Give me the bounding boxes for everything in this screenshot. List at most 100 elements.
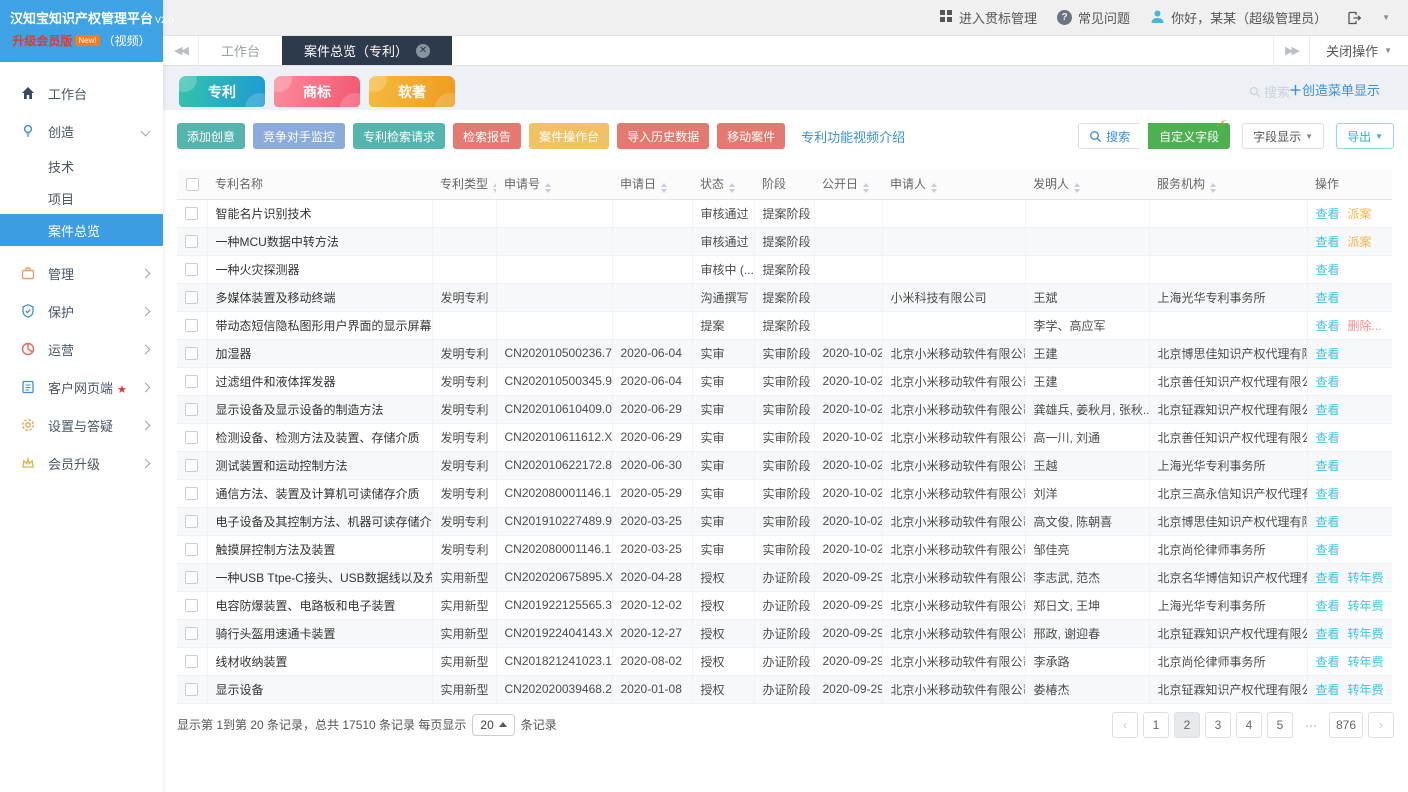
page-button-1[interactable]: 1 [1143, 712, 1169, 738]
view-action-link[interactable]: 查看 [1316, 543, 1340, 557]
next-page-button[interactable]: › [1368, 712, 1394, 738]
sort-icon[interactable] [931, 183, 937, 193]
sidebar-item-member-upgrade[interactable]: 会员升级 [0, 444, 163, 482]
row-checkbox[interactable] [185, 627, 198, 640]
delete-action-link[interactable]: 删除... [1348, 319, 1382, 333]
sidebar-item-management[interactable]: 管理 [0, 254, 163, 292]
annuity-action-link[interactable]: 转年费 [1348, 683, 1384, 697]
row-checkbox[interactable] [185, 655, 198, 668]
row-checkbox[interactable] [185, 487, 198, 500]
page-button-876[interactable]: 876 [1329, 712, 1363, 738]
column-header-9[interactable]: 服务机构 [1149, 169, 1307, 199]
view-action-link[interactable]: 查看 [1316, 263, 1340, 277]
view-action-link[interactable]: 查看 [1316, 683, 1340, 697]
column-header-2[interactable]: 申请号 [496, 169, 612, 199]
sidebar-item-protection[interactable]: 保护 [0, 292, 163, 330]
patent-search-request-button[interactable]: 专利检索请求 [353, 123, 445, 149]
view-action-link[interactable]: 查看 [1316, 291, 1340, 305]
row-checkbox[interactable] [185, 207, 198, 220]
tab-case-overview-patent[interactable]: 案件总览（专利） ✕ [282, 36, 452, 65]
column-header-8[interactable]: 发明人 [1025, 169, 1149, 199]
page-size-select[interactable]: 20 [472, 714, 514, 736]
column-header-7[interactable]: 申请人 [882, 169, 1025, 199]
sidebar-item-technology[interactable]: 技术 [0, 150, 163, 182]
sort-icon[interactable] [729, 183, 735, 193]
view-action-link[interactable]: 查看 [1316, 571, 1340, 585]
add-idea-button[interactable]: 添加创意 [177, 123, 245, 149]
logout-icon[interactable] [1347, 11, 1362, 25]
upgrade-member-link[interactable]: 升级会员版 [12, 34, 72, 48]
column-header-1[interactable]: 专利类型 [432, 169, 496, 199]
scroll-tabs-right-icon[interactable]: ▶▶ [1273, 36, 1309, 65]
row-checkbox[interactable] [185, 403, 198, 416]
row-checkbox[interactable] [185, 263, 198, 276]
view-action-link[interactable]: 查看 [1316, 459, 1340, 473]
sidebar-item-creation[interactable]: 创造 [0, 112, 163, 150]
tab-workbench[interactable]: 工作台 [199, 36, 282, 65]
scroll-tabs-left-icon[interactable]: ◀◀ [163, 36, 199, 65]
sidebar-item-operations[interactable]: 运营 [0, 330, 163, 368]
sort-icon[interactable] [493, 183, 496, 193]
page-button-2[interactable]: 2 [1174, 712, 1200, 738]
row-checkbox[interactable] [185, 319, 198, 332]
row-checkbox[interactable] [185, 347, 198, 360]
page-button-3[interactable]: 3 [1205, 712, 1231, 738]
view-action-link[interactable]: 查看 [1316, 375, 1340, 389]
annuity-action-link[interactable]: 转年费 [1348, 571, 1384, 585]
benchmark-management-link[interactable]: 进入贯标管理 [939, 8, 1037, 27]
competitor-monitor-button[interactable]: 竞争对手监控 [253, 123, 345, 149]
move-case-button[interactable]: 移动案件 [717, 123, 785, 149]
view-action-link[interactable]: 查看 [1316, 319, 1340, 333]
row-checkbox[interactable] [185, 235, 198, 248]
view-action-link[interactable]: 查看 [1316, 515, 1340, 529]
faq-link[interactable]: ? 常见问题 [1057, 8, 1130, 27]
category-tab-patent[interactable]: 专利 [179, 76, 265, 107]
patent-video-intro-link[interactable]: 专利功能视频介绍 [801, 127, 905, 146]
custom-fields-button[interactable]: 自定义字段 ⚡ [1148, 123, 1230, 149]
view-action-link[interactable]: 查看 [1316, 655, 1340, 669]
close-operations-dropdown[interactable]: 关闭操作 ▼ [1309, 36, 1408, 65]
annuity-action-link[interactable]: 转年费 [1348, 627, 1384, 641]
user-account[interactable]: 你好，某某（超级管理员） [1150, 8, 1327, 27]
annuity-action-link[interactable]: 转年费 [1348, 655, 1384, 669]
sidebar-item-client-web[interactable]: 客户网页端★ [0, 368, 163, 406]
sort-icon[interactable] [661, 183, 667, 193]
field-display-dropdown[interactable]: 字段显示 ▼ [1242, 123, 1324, 149]
column-header-3[interactable]: 申请日 [612, 169, 692, 199]
column-header-6[interactable]: 公开日 [814, 169, 882, 199]
annuity-action-link[interactable]: 转年费 [1348, 599, 1384, 613]
caret-down-icon[interactable]: ▼ [1382, 13, 1390, 22]
view-action-link[interactable]: 查看 [1316, 431, 1340, 445]
view-action-link[interactable]: 查看 [1316, 627, 1340, 641]
video-label[interactable]: （视频） [103, 34, 151, 48]
case-console-button[interactable]: 案件操作台 [529, 123, 609, 149]
view-action-link[interactable]: 查看 [1316, 207, 1340, 221]
category-tab-trademark[interactable]: 商标 [274, 76, 360, 107]
row-checkbox[interactable] [185, 543, 198, 556]
create-menu-display-link[interactable]: ＋创造菜单显示 [1289, 80, 1380, 99]
view-action-link[interactable]: 查看 [1316, 403, 1340, 417]
select-all-checkbox[interactable] [186, 178, 199, 191]
view-action-link[interactable]: 查看 [1316, 487, 1340, 501]
prev-page-button[interactable]: ‹ [1112, 712, 1138, 738]
import-history-button[interactable]: 导入历史数据 [617, 123, 709, 149]
search-report-button[interactable]: 检索报告 [453, 123, 521, 149]
sort-icon[interactable] [1210, 183, 1216, 193]
row-checkbox[interactable] [185, 459, 198, 472]
view-action-link[interactable]: 查看 [1316, 347, 1340, 361]
close-tab-icon[interactable]: ✕ [416, 44, 430, 58]
row-checkbox[interactable] [185, 515, 198, 528]
sidebar-item-settings-faq[interactable]: 设置与答疑 [0, 406, 163, 444]
row-checkbox[interactable] [185, 291, 198, 304]
view-action-link[interactable]: 查看 [1316, 599, 1340, 613]
row-checkbox[interactable] [185, 431, 198, 444]
sidebar-item-project[interactable]: 项目 [0, 182, 163, 214]
sort-icon[interactable] [1074, 183, 1080, 193]
row-checkbox[interactable] [185, 375, 198, 388]
assign-action-link[interactable]: 派案 [1348, 235, 1372, 249]
row-checkbox[interactable] [185, 683, 198, 696]
category-tab-software[interactable]: 软著 [369, 76, 455, 107]
search-button[interactable]: 搜索 [1078, 123, 1140, 149]
row-checkbox[interactable] [185, 571, 198, 584]
view-action-link[interactable]: 查看 [1316, 235, 1340, 249]
